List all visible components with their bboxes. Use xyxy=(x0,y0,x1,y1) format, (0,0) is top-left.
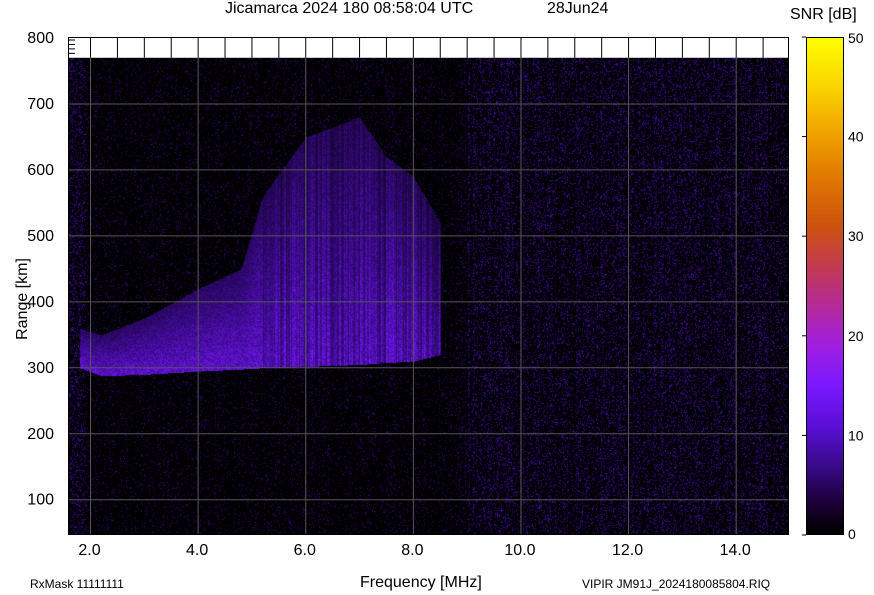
y-tick-label-100: 100 xyxy=(27,492,54,509)
y-tick-label-500: 500 xyxy=(27,228,54,245)
colorbar-tick-label-0: 0 xyxy=(848,526,856,542)
chart-title: Jicamarca 2024 180 08:58:04 UTC xyxy=(225,0,474,17)
x-tick-label-8.0: 8.0 xyxy=(401,542,423,559)
colorbar-tick-label-50: 50 xyxy=(848,30,864,46)
filename-label: VIPIR JM91J_2024180085804.RIQ xyxy=(582,577,771,591)
y-axis-label: Range [km] xyxy=(13,258,31,340)
x-tick-label-2.0: 2.0 xyxy=(78,542,100,559)
y-tick-label-300: 300 xyxy=(27,360,54,377)
top-band xyxy=(69,38,788,58)
y-tick-label-800: 800 xyxy=(27,30,54,47)
y-tick-label-200: 200 xyxy=(27,426,54,443)
chart-date: 28Jun24 xyxy=(547,0,609,17)
y-tick-label-700: 700 xyxy=(27,96,54,113)
x-tick-label-4.0: 4.0 xyxy=(186,542,208,559)
ionogram-plot xyxy=(68,37,789,535)
colorbar-tick-label-40: 40 xyxy=(848,129,864,145)
colorbar xyxy=(806,37,844,535)
x-tick-label-14.0: 14.0 xyxy=(720,542,751,559)
y-tick-label-600: 600 xyxy=(27,162,54,179)
colorbar-label: SNR [dB] xyxy=(790,6,857,23)
x-axis-label: Frequency [MHz] xyxy=(360,574,482,591)
colorbar-tick-label-30: 30 xyxy=(848,228,864,244)
x-tick-label-12.0: 12.0 xyxy=(612,542,643,559)
colorbar-tick-label-10: 10 xyxy=(848,427,864,443)
plot-overlay xyxy=(69,38,788,534)
colorbar-tick-label-20: 20 xyxy=(848,328,864,344)
x-tick-label-6.0: 6.0 xyxy=(294,542,316,559)
x-tick-label-10.0: 10.0 xyxy=(504,542,535,559)
rxmask-label: RxMask 11111111 xyxy=(30,577,124,591)
